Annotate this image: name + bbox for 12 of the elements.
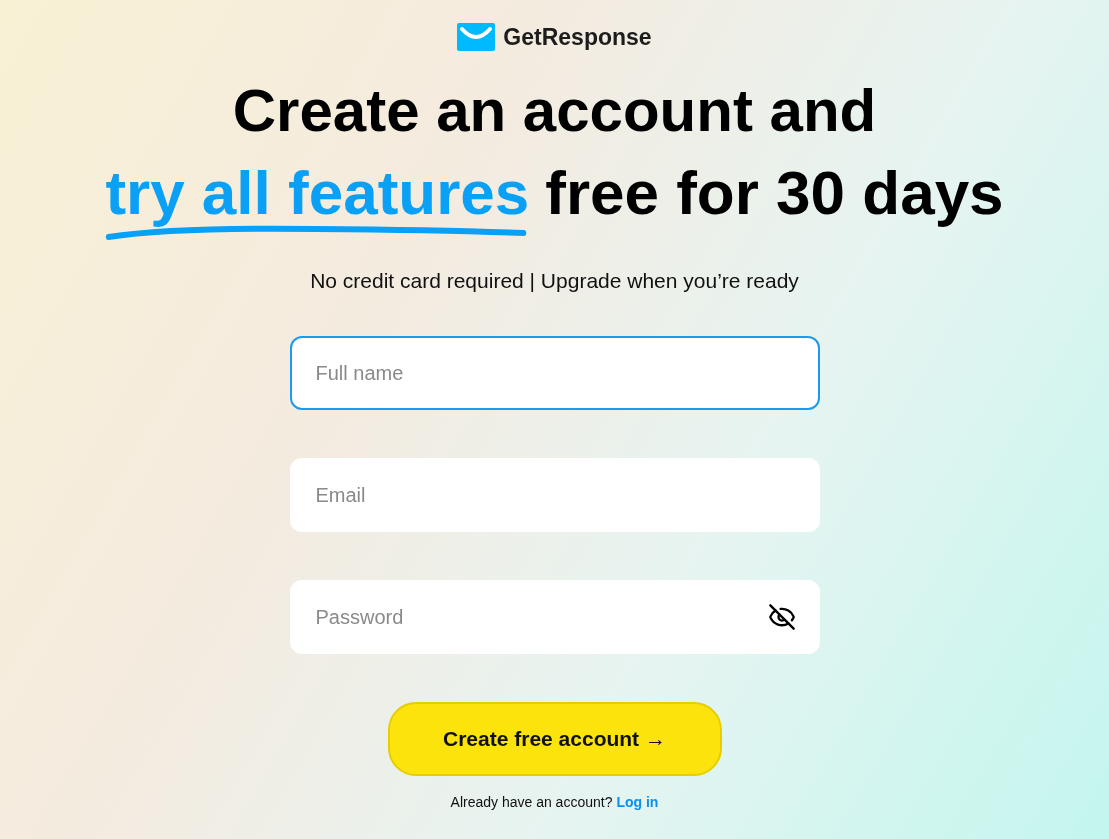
brand-name: GetResponse [503, 23, 652, 52]
headline-line: free for 30 days [545, 156, 1004, 229]
create-account-button[interactable]: Create free account → [387, 702, 722, 776]
subtitle: No credit card required | Upgrade when you’re ready [310, 267, 799, 294]
email-field[interactable]: Email [289, 458, 820, 532]
password-field[interactable]: Password [289, 580, 820, 654]
hide-password-icon[interactable] [767, 604, 796, 630]
login-prompt: Already have an account? [450, 793, 613, 812]
headline-line: Create an account and [232, 75, 877, 146]
highlighted-text: try all features [105, 157, 530, 227]
envelope-logo-icon [457, 23, 496, 52]
name-field[interactable]: Full name [289, 336, 820, 410]
